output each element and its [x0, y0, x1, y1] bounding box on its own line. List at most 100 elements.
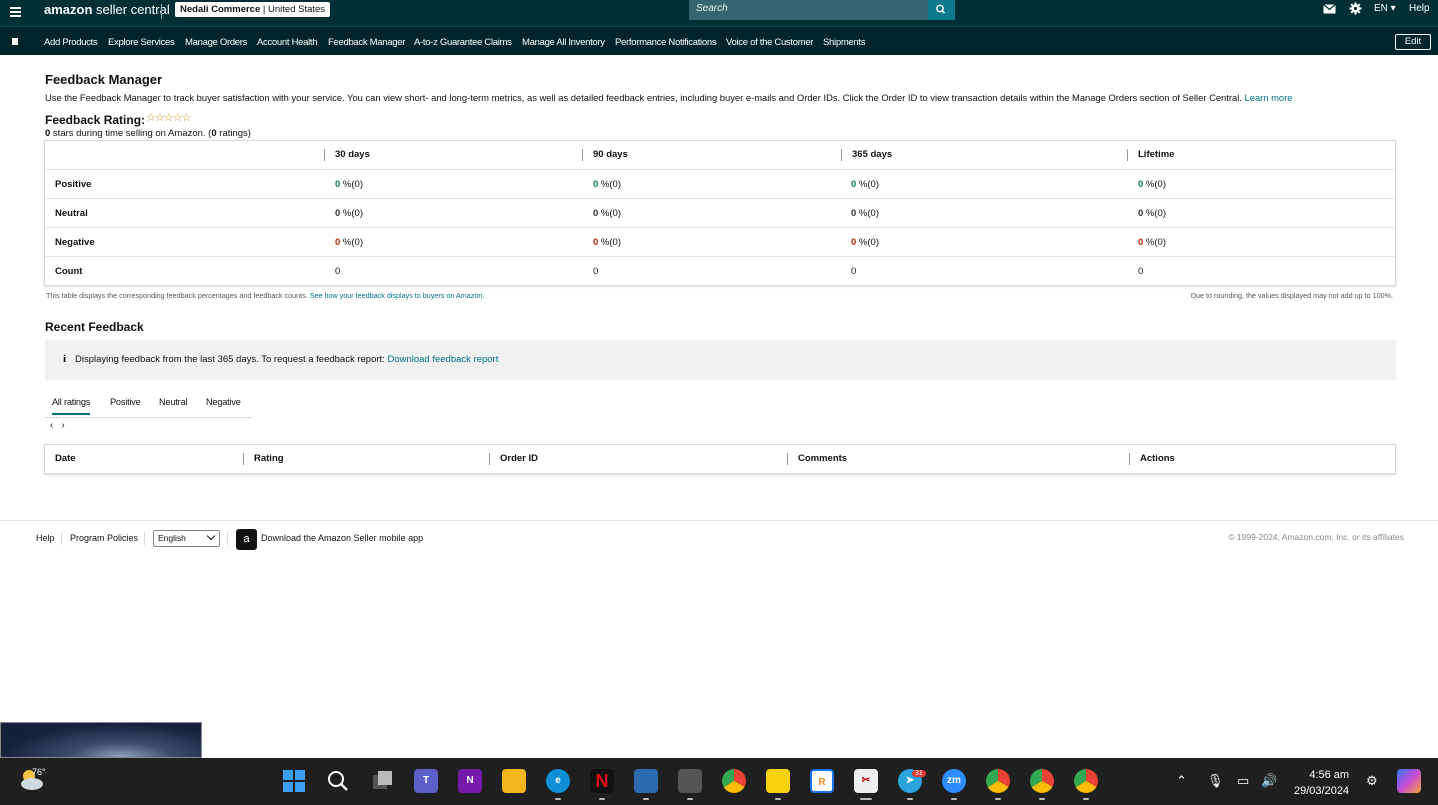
language-menu[interactable]: EN ▾	[1374, 3, 1396, 14]
nav-manage-inventory[interactable]: Manage All Inventory	[522, 37, 605, 48]
recent-feedback-title: Recent Feedback	[45, 320, 144, 334]
nav-account-health[interactable]: Account Health	[257, 37, 318, 48]
row-label: Positive	[55, 179, 92, 190]
search-icon[interactable]	[326, 769, 350, 793]
table-cell: 0 %(0)	[1138, 208, 1166, 219]
notification-badge: 31	[912, 770, 926, 777]
column-header: Actions	[1129, 453, 1175, 465]
weather-temperature: 76°	[32, 767, 46, 777]
download-report-link[interactable]: Download feedback report	[387, 354, 498, 365]
column-header: Date	[55, 453, 76, 464]
column-header: 365 days	[841, 149, 892, 161]
nav-manage-orders[interactable]: Manage Orders	[185, 37, 247, 48]
divider	[227, 532, 228, 545]
column-header: 90 days	[582, 149, 628, 161]
search-input[interactable]: Search	[689, 0, 929, 20]
top-bar: amazon seller central Nedali Commerce | …	[0, 0, 1438, 26]
chrome-icon[interactable]	[722, 769, 746, 793]
chrome-profile-icon[interactable]	[1030, 769, 1054, 793]
table-cell: 0 %(0)	[593, 208, 621, 219]
table-cell: 0 %(0)	[851, 179, 879, 190]
nav-voice-of-customer[interactable]: Voice of the Customer	[726, 37, 813, 48]
divider	[161, 4, 162, 19]
program-policies-link[interactable]: Program Policies	[70, 533, 138, 543]
nav-add-products[interactable]: Add Products	[44, 37, 98, 48]
running-indicator	[907, 798, 913, 800]
nav-a-to-z-claims[interactable]: A-to-z Guarantee Claims	[414, 37, 512, 48]
pagination: ‹ ›	[50, 420, 73, 431]
table-cell: 0 %(0)	[851, 208, 879, 219]
page-description: Use the Feedback Manager to track buyer …	[45, 92, 1293, 103]
table-row-negative: Negative 0 %(0) 0 %(0) 0 %(0) 0 %(0)	[45, 228, 1395, 257]
table-cell: 0	[335, 266, 341, 277]
nav-performance-notifications[interactable]: Performance Notifications	[615, 37, 717, 48]
copilot-icon[interactable]	[1397, 769, 1421, 793]
calculator-icon[interactable]	[678, 769, 702, 793]
table-cell: 0 %(0)	[335, 237, 363, 248]
chevron-right-icon[interactable]: ›	[61, 420, 64, 431]
teams-icon[interactable]: T	[414, 769, 438, 793]
onenote-icon[interactable]: N	[458, 769, 482, 793]
chevron-left-icon[interactable]: ‹	[50, 420, 53, 431]
learn-more-link[interactable]: Learn more	[1245, 92, 1293, 103]
tab-all-ratings[interactable]: All ratings	[52, 397, 90, 415]
amazon-app-icon[interactable]: a	[236, 529, 257, 550]
chrome-profile-icon[interactable]	[986, 769, 1010, 793]
account-switcher[interactable]: Nedali Commerce | United States	[175, 2, 331, 17]
edit-nav-button[interactable]: Edit	[1395, 34, 1431, 50]
hamburger-menu-icon[interactable]	[10, 5, 21, 19]
help-link[interactable]: Help	[1409, 3, 1430, 14]
chrome-profile-icon[interactable]	[1074, 769, 1098, 793]
column-header: Rating	[243, 453, 284, 465]
ringcentral-icon[interactable]: R	[810, 769, 834, 793]
zoom-icon[interactable]: zm	[942, 769, 966, 793]
page-title: Feedback Manager	[45, 72, 163, 87]
chevron-up-icon[interactable]: ⌃	[1176, 773, 1187, 789]
taskbar: 76° T N e N R ✂ ➤ 31 zm ⌃ 🎙 ▭ 🔊 4:56 am 2…	[0, 758, 1438, 805]
table-cell: 0 %(0)	[335, 208, 363, 219]
file-explorer-icon[interactable]	[502, 769, 526, 793]
tab-neutral[interactable]: Neutral	[159, 397, 187, 407]
network-icon[interactable]: ▭	[1237, 773, 1249, 789]
rating-summary: 0 stars during time selling on Amazon. (…	[45, 128, 251, 139]
recent-feedback-table: Date Rating Order ID Comments Actions	[44, 444, 1396, 474]
microphone-icon[interactable]: 🎙	[1207, 773, 1224, 789]
nav-explore-services[interactable]: Explore Services	[108, 37, 175, 48]
divider	[61, 532, 62, 545]
seller-central-logo[interactable]: amazon seller central	[44, 2, 170, 17]
edge-icon[interactable]: e	[546, 769, 570, 793]
buyer-display-link[interactable]: See how your feedback displays to buyers…	[310, 291, 485, 300]
info-alert: i Displaying feedback from the last 365 …	[45, 340, 1396, 380]
download-app-link[interactable]: Download the Amazon Seller mobile app	[261, 533, 423, 543]
tab-positive[interactable]: Positive	[110, 397, 141, 407]
gear-icon[interactable]	[1349, 2, 1362, 15]
search-button[interactable]	[928, 0, 955, 20]
volume-icon[interactable]: 🔊	[1261, 773, 1277, 789]
system-clock[interactable]: 4:56 am 29/03/2024	[1294, 767, 1349, 799]
bookmark-icon[interactable]	[12, 38, 18, 45]
running-indicator	[1039, 798, 1045, 800]
copyright: © 1999-2024, Amazon.com, Inc. or its aff…	[1228, 532, 1404, 542]
language-select[interactable]: English	[153, 530, 220, 547]
nav-shipments[interactable]: Shipments	[823, 37, 865, 48]
notifications-icon[interactable]: ⚙	[1366, 773, 1378, 789]
notepad-icon[interactable]	[634, 769, 658, 793]
rating-tabs: All ratings Positive Neutral Negative	[45, 393, 252, 418]
running-indicator	[775, 798, 781, 800]
tab-negative[interactable]: Negative	[206, 397, 241, 407]
table-cell: 0 %(0)	[335, 179, 363, 190]
sticky-notes-icon[interactable]	[766, 769, 790, 793]
windows-start-icon[interactable]	[282, 769, 306, 793]
running-indicator	[599, 798, 605, 800]
nav-feedback-manager[interactable]: Feedback Manager	[328, 37, 405, 48]
netflix-icon[interactable]: N	[590, 769, 614, 793]
info-text: Displaying feedback from the last 365 da…	[75, 354, 499, 365]
task-view-icon[interactable]	[370, 769, 394, 793]
mail-icon[interactable]	[1323, 4, 1336, 14]
row-label: Neutral	[55, 208, 88, 219]
snipping-tool-icon[interactable]: ✂	[854, 769, 878, 793]
footer-help-link[interactable]: Help	[36, 533, 55, 543]
window-thumbnail[interactable]	[0, 722, 202, 758]
running-indicator	[951, 798, 957, 800]
table-note: This table displays the corresponding fe…	[46, 291, 485, 300]
